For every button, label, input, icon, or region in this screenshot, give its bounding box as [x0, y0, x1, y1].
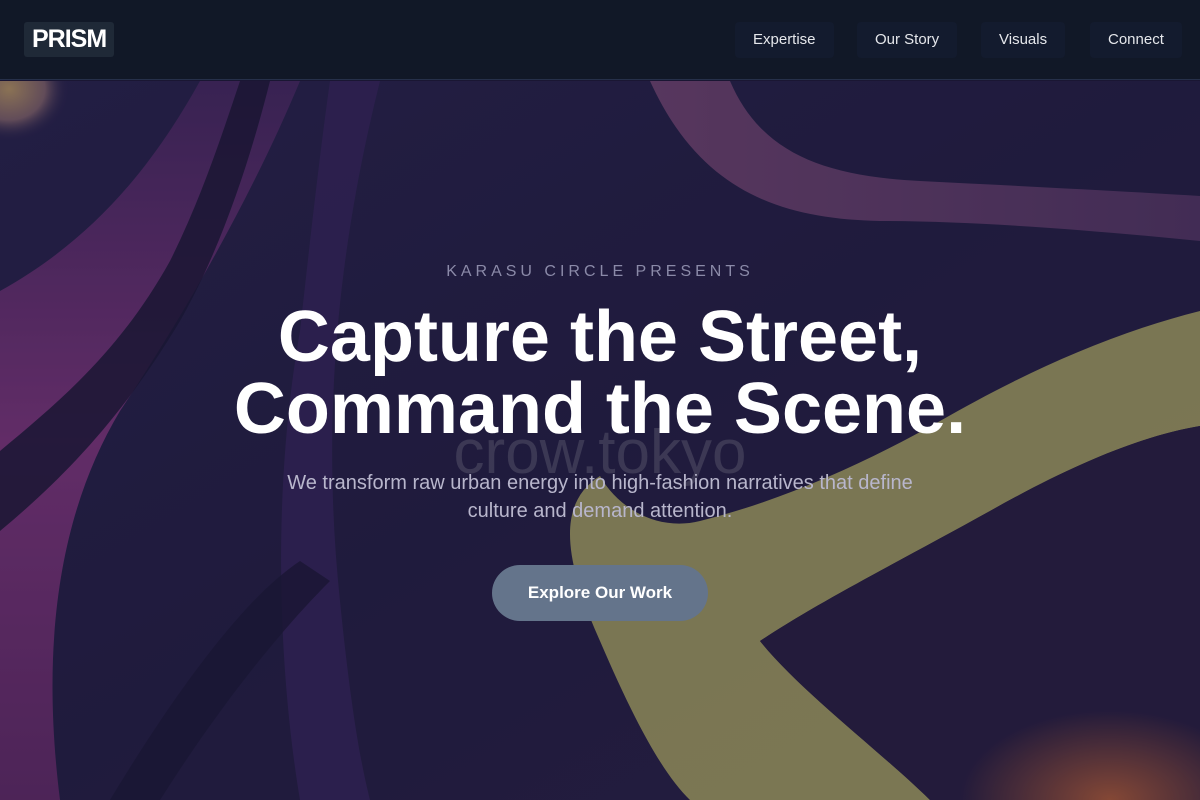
- top-navbar: PRISM Expertise Our Story Visuals Connec…: [0, 0, 1200, 80]
- headline-line-1: Capture the Street,: [277, 297, 923, 377]
- explore-our-work-button[interactable]: Explore Our Work: [492, 565, 708, 621]
- nav-link-our-story[interactable]: Our Story: [857, 22, 958, 58]
- nav-link-visuals[interactable]: Visuals: [981, 22, 1066, 58]
- nav-link-connect[interactable]: Connect: [1090, 22, 1182, 58]
- nav-link-expertise[interactable]: Expertise: [735, 22, 834, 58]
- hero-headline: Capture the Street, Command the Scene.: [0, 301, 1200, 445]
- hero-eyebrow: KARASU CIRCLE PRESENTS: [446, 263, 754, 280]
- headline-line-2: Command the Scene.: [233, 369, 967, 449]
- hero-section: crow.tokyo KARASU CIRCLE PRESENTS Captur…: [0, 81, 1200, 800]
- hero-subtext: We transform raw urban energy into high-…: [287, 472, 913, 522]
- brand-logo[interactable]: PRISM: [24, 22, 115, 57]
